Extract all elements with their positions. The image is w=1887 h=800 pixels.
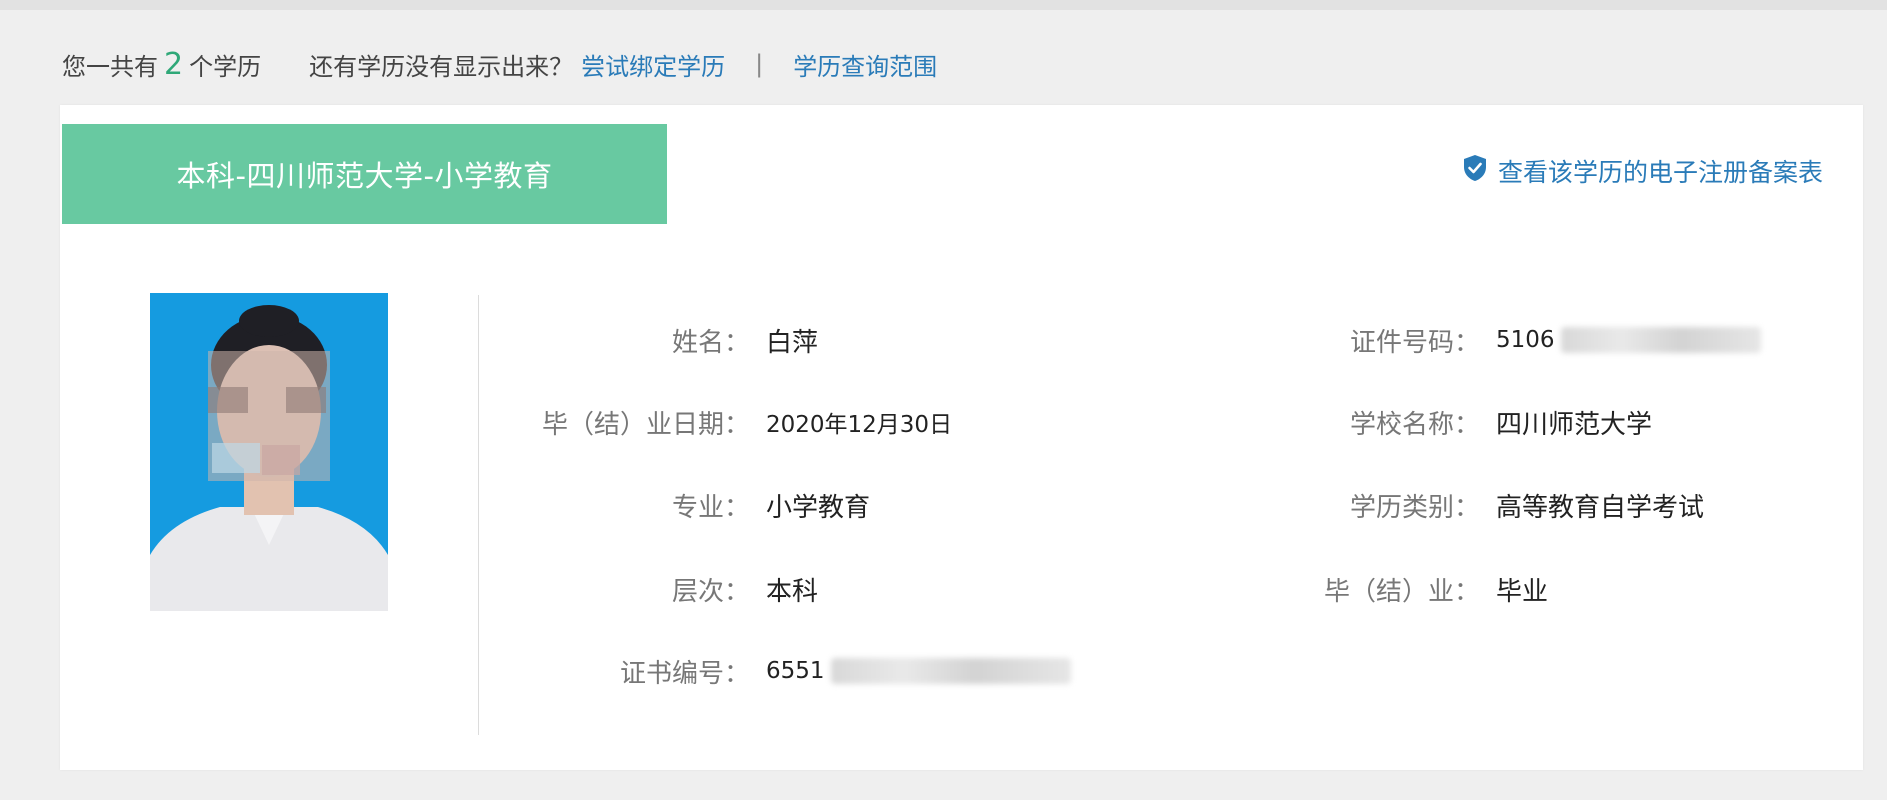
field-id-number-label: 证件号码：	[1349, 327, 1480, 358]
field-major-label: 专业：	[671, 492, 750, 523]
field-graduation-status-label: 毕（结）业：	[1323, 576, 1480, 607]
bind-degree-link[interactable]: 尝试绑定学历	[581, 47, 725, 82]
field-major-value: 小学教育	[766, 492, 871, 523]
degree-banner-title: 本科-四川师范大学-小学教育	[176, 159, 553, 193]
field-school-name-value: 四川师范大学	[1496, 409, 1653, 440]
field-degree-type-label: 学历类别：	[1349, 492, 1480, 523]
field-graduation-date: 毕（结）业日期： 2020年12月30日	[480, 402, 952, 442]
degree-card: 本科-四川师范大学-小学教育 查看该学历的电子注册备案表 姓名： 白萍 毕（结）…	[60, 105, 1863, 770]
top-strip	[0, 0, 1887, 10]
summary-prefix: 您一共有	[62, 52, 158, 81]
field-degree-type-value: 高等教育自学考试	[1496, 492, 1705, 523]
student-photo	[150, 293, 388, 611]
field-level-label: 层次：	[671, 576, 750, 607]
missing-degree-question: 还有学历没有显示出来？	[309, 52, 574, 81]
field-name-label: 姓名：	[671, 327, 750, 358]
field-name: 姓名： 白萍	[480, 320, 818, 360]
field-graduation-status: 毕（结）业： 毕业	[1280, 569, 1548, 609]
field-id-number: 证件号码： 5106	[1280, 320, 1761, 360]
field-name-value: 白萍	[766, 327, 819, 358]
field-degree-type: 学历类别： 高等教育自学考试	[1280, 485, 1704, 525]
redacted-id-number	[1560, 327, 1761, 353]
field-graduation-date-label: 毕（结）业日期：	[541, 409, 750, 440]
field-school-name: 学校名称： 四川师范大学	[1280, 402, 1652, 442]
vertical-divider	[478, 295, 479, 735]
view-registration-record-link[interactable]: 查看该学历的电子注册备案表	[1462, 153, 1823, 189]
field-certificate-number: 证书编号： 6551	[480, 651, 1071, 691]
field-id-number-value: 5106	[1496, 327, 1555, 353]
degree-summary: 您一共有 2 个学历 还有学历没有显示出来？ 尝试绑定学历 | 学历查询范围	[62, 44, 937, 84]
field-graduation-status-value: 毕业	[1496, 576, 1549, 607]
shield-check-icon	[1462, 154, 1488, 188]
query-scope-link[interactable]: 学历查询范围	[793, 47, 937, 82]
link-separator: |	[755, 50, 764, 78]
field-level: 层次： 本科	[480, 569, 818, 609]
degree-banner: 本科-四川师范大学-小学教育	[62, 124, 667, 224]
summary-suffix: 个学历	[189, 52, 262, 81]
field-graduation-date-value: 2020年12月30日	[766, 412, 953, 438]
field-school-name-label: 学校名称：	[1349, 409, 1480, 440]
redacted-certificate-number	[830, 658, 1071, 684]
view-registration-record-label: 查看该学历的电子注册备案表	[1497, 158, 1823, 187]
field-certificate-number-value: 6551	[766, 658, 825, 684]
field-level-value: 本科	[766, 576, 819, 607]
field-certificate-number-label: 证书编号：	[619, 658, 750, 689]
field-major: 专业： 小学教育	[480, 485, 870, 525]
degree-count: 2	[164, 46, 184, 82]
